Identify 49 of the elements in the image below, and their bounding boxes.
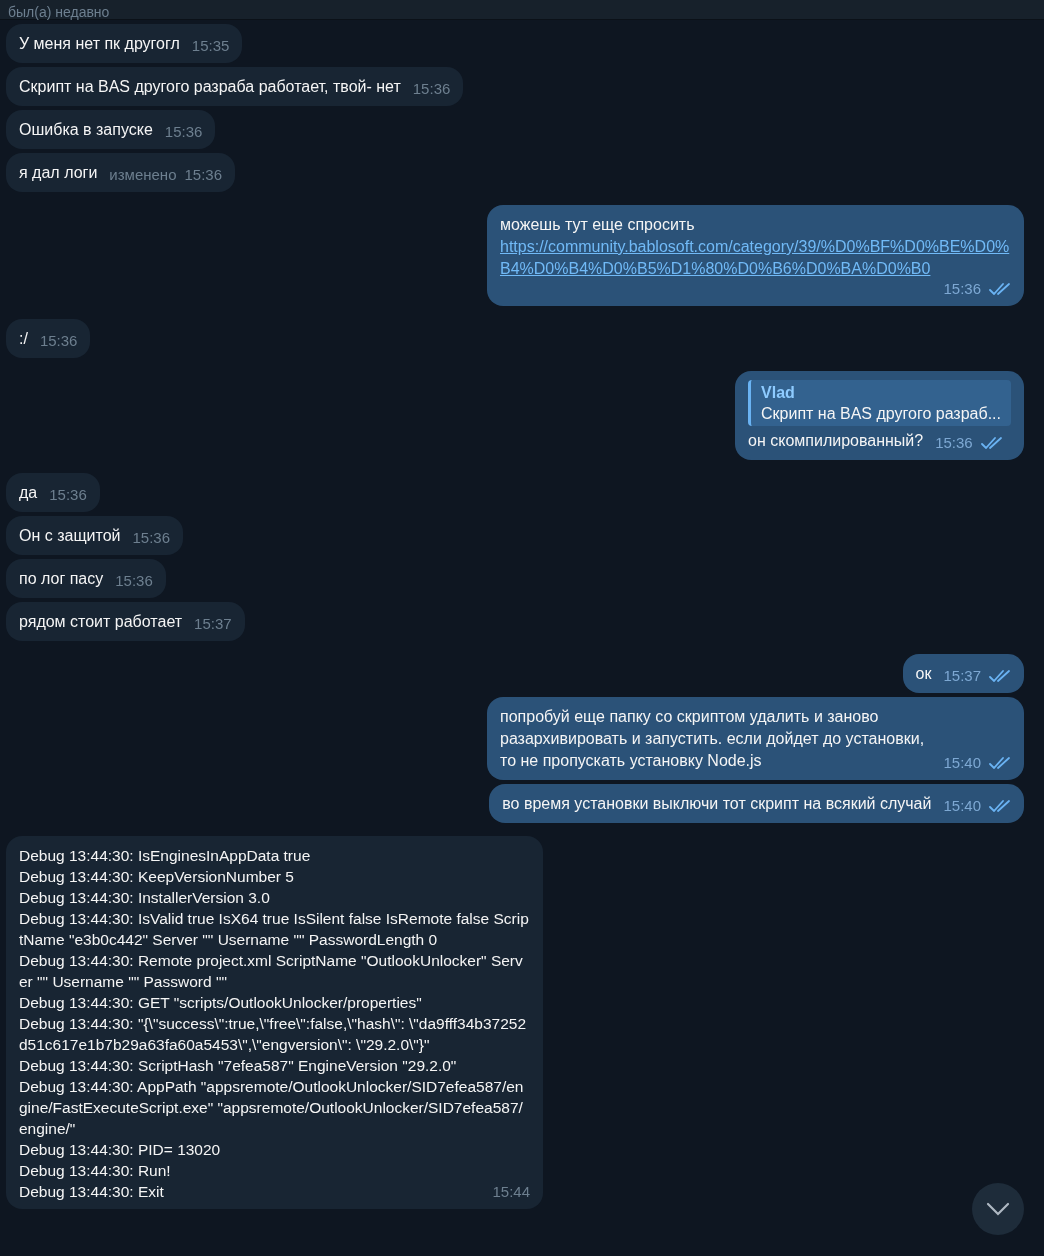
message-time: 15:36 [115, 572, 153, 590]
message-time: 15:36 [935, 434, 973, 452]
log-line: Debug 13:44:30: KeepVersionNumber 5 [19, 867, 294, 887]
message-text: Скрипт на BAS другого разраба работает, твой- нет [19, 77, 401, 97]
chevron-down-icon [986, 1202, 1010, 1216]
log-line: Debug 13:44:30: InstallerVersion 3.0 [19, 888, 270, 908]
message-text: :/ [19, 329, 28, 349]
log-line: Debug 13:44:30: ScriptHash "7efea587" EngineVersion "29.2.0" [19, 1056, 457, 1076]
log-line: Debug 13:44:30: GET "scripts/OutlookUnlocker/properties" [19, 993, 422, 1013]
message-text: я дал логи [19, 163, 98, 183]
log-line: Debug 13:44:30: Remote project.xml ScriptName "OutlookUnlocker" Server "" Username "" Password "" [19, 951, 524, 992]
message-text: У меня нет пк другогл [19, 34, 180, 54]
message-text: он скомпилированный? [748, 431, 924, 451]
message-time: 15:40 [943, 754, 981, 772]
message-time: 15:36 [39, 332, 78, 350]
reply-text: Скрипт на BAS другого разраб... [761, 404, 1001, 424]
message-text: можешь тут еще спросить [500, 215, 696, 235]
message-time: 15:37 [194, 615, 232, 633]
message-text: по лог пасу [19, 569, 104, 589]
message-text: Ошибка в запуске [19, 120, 153, 140]
log-line: Debug 13:44:30: PID= 13020 [19, 1140, 221, 1160]
message-text: да [19, 483, 38, 503]
log-line: Debug 13:44:30: IsEnginesInAppData true [19, 846, 311, 866]
log-line: Debug 13:44:30: "{\"success\":true,\"free\":false,\"hash\": \"da9fff34b37252d51c617e1b7b29a63fa60a5453\",\"engversion\": \"29.2.0\"}" [19, 1014, 528, 1055]
message-time: 15:44 [492, 1183, 530, 1201]
message-text: попробуй еще папку со скриптом удалить и заново разархивировать и запустить. если дойдет до установки, то не пропускать установку Node.js [500, 707, 926, 771]
reply-quote[interactable]: Vlad Скрипт на BAS другого разраб... [748, 380, 1011, 426]
message-time: 15:40 [943, 797, 981, 815]
message-time: 15:36 [943, 280, 981, 298]
message-link[interactable]: https://community.bablosoft.com/category/39/%D0%BF%D0%BE%D0%B4%D0%B4%D0%B5%D1%80%D0%B6%D0%BA%D0%B0 [500, 236, 1011, 280]
message-text: рядом стоит работает [19, 612, 183, 632]
log-line: Debug 13:44:30: AppPath "appsremote/OutlookUnlocker/SID7efea587/engine/FastExecuteScript.exe" "appsremote/OutlookUnlocker/SID7efea587/engine/" [19, 1077, 525, 1139]
edited-label: изменено [109, 166, 177, 184]
message-time: 15:37 [943, 667, 981, 685]
message-time: 15:36 [49, 486, 87, 504]
message-text: во время установки выключи тот скрипт на всякий случай [502, 794, 932, 814]
last-seen-status: был(а) недавно [7, 3, 110, 21]
message-text: Он с защитой [19, 526, 121, 546]
log-line: Debug 13:44:30: IsValid true IsX64 true IsSilent false IsRemote false ScriptName "e3b0c442" Server "" Username "" PasswordLength 0 [19, 909, 530, 950]
message-time: 15:36 [132, 529, 171, 547]
reply-author: Vlad [761, 383, 796, 403]
log-line: Debug 13:44:30: Run! [19, 1161, 171, 1181]
message-time: 15:36 [412, 80, 451, 98]
scroll-down-button[interactable] [972, 1183, 1024, 1235]
message-time: 15:35 [191, 37, 230, 55]
log-line: Debug 13:44:30: Exit [19, 1182, 164, 1202]
message-text: ок [915, 664, 932, 684]
message-time: 15:36 [184, 166, 223, 184]
message-time: 15:36 [164, 123, 203, 141]
